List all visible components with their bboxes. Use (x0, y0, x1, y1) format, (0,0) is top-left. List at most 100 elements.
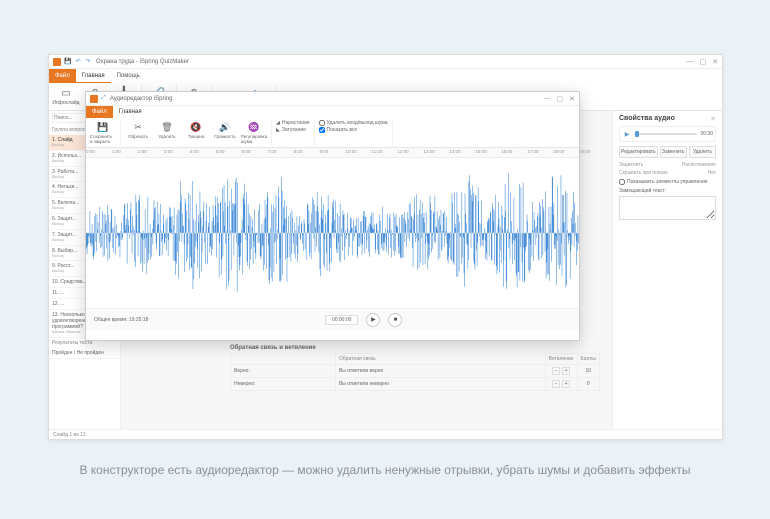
delete-button[interactable]: Удалить (689, 146, 716, 158)
ruler-tick: 11:00 (371, 149, 382, 154)
ruler-tick: 0:00 (86, 149, 95, 154)
replace-button[interactable]: Заменить (660, 146, 687, 158)
mute-icon: 🔇 (190, 121, 202, 133)
slide-icon: ▭ (60, 88, 72, 100)
quick-access-toolbar: 💾 ↶ ↷ (64, 58, 92, 66)
ae-tab-file[interactable]: Файл (86, 106, 113, 118)
statusbar: Слайд 1 из 13 (49, 429, 722, 439)
ruler-tick: 15:00 (475, 149, 486, 154)
ae-app-icon (90, 95, 98, 103)
window-title: Охрана труда - iSpring QuizMaker (96, 59, 687, 65)
fade-out-button[interactable]: Затухание (282, 127, 306, 133)
redo-icon[interactable]: ↷ (84, 58, 92, 66)
time-ruler[interactable]: 0:00 1:00 2:00 3:00 4:00 5:00 6:00 7:00 8:00 9:00… (86, 148, 579, 158)
feedback-row: Неверно:Вы ответили неверно−+0 (231, 378, 600, 391)
ruler-tick: 14:00 (449, 149, 460, 154)
main-titlebar: 💾 ↶ ↷ Охрана труда - iSpring QuizMaker —… (49, 55, 722, 69)
volume-button[interactable]: 🔊Громкость (212, 120, 238, 139)
slide-counter: Слайд 1 из 13 (53, 432, 86, 438)
save-close-button[interactable]: 💾Сохранить и закрыть (90, 120, 116, 144)
ruler-tick: 10:00 (345, 149, 356, 154)
minimize-icon[interactable]: — (687, 58, 694, 66)
maximize-icon[interactable]: ▢ (700, 58, 707, 66)
ae-titlebar: ⤢ Аудиоредактор iSpring — ▢ ✕ (86, 92, 579, 106)
ruler-tick: 17:00 (527, 149, 538, 154)
trash-icon: 🗑 (161, 121, 173, 133)
loop-label: Зациклить (619, 162, 643, 168)
tab-home[interactable]: Главная (76, 69, 111, 83)
ae-tab-home[interactable]: Главная (113, 106, 148, 118)
props-title: Свойства аудио (619, 115, 716, 122)
ribbon-tabs: Файл Главная Помощь (49, 69, 722, 83)
cut-button[interactable]: ✂Обрезать (125, 120, 151, 139)
ruler-tick: 9:00 (320, 149, 329, 154)
duration-label: 00:30 (700, 131, 713, 137)
current-time: 00:00:00 (325, 315, 358, 325)
scissors-icon: ✂ (132, 121, 144, 133)
fade-in-icon: ◢ (276, 120, 280, 126)
ruler-tick: 18:00 (553, 149, 564, 154)
waveform-canvas[interactable] (86, 158, 579, 308)
minus-icon[interactable]: − (552, 367, 560, 375)
trim-button[interactable]: 🗑Удалить (154, 120, 180, 139)
close-props-icon[interactable]: ✕ (710, 115, 716, 123)
play-icon[interactable]: ▶ (622, 129, 632, 139)
ruler-tick: 13:00 (423, 149, 434, 154)
feedback-row: Верно:Вы ответили верно−+10 (231, 365, 600, 378)
ruler-tick: 8:00 (294, 149, 303, 154)
plus-icon[interactable]: + (562, 367, 570, 375)
remove-noise-checkbox[interactable] (319, 120, 325, 126)
ruler-tick: 2:00 (138, 149, 147, 154)
feedback-title: Обратная связь и ветвление (230, 345, 600, 351)
save-icon: 💾 (97, 121, 109, 133)
ae-close-icon[interactable]: ✕ (569, 95, 575, 103)
ruler-tick: 16:00 (501, 149, 512, 154)
minus-icon[interactable]: − (552, 380, 560, 388)
ae-expand-icon[interactable]: ⤢ (101, 95, 106, 102)
volume-icon: 🔊 (219, 121, 231, 133)
undo-icon[interactable]: ↶ (74, 58, 82, 66)
infoslide-button[interactable]: ▭Инфослайд (53, 88, 79, 106)
ruler-tick: 4:00 (190, 149, 199, 154)
ae-ribbon: 💾Сохранить и закрыть ✂Обрезать 🗑Удалить … (86, 118, 579, 148)
ae-maximize-icon[interactable]: ▢ (557, 95, 564, 103)
ae-ribbon-tabs: Файл Главная (86, 106, 579, 118)
hide-label: Скрывать при показе (619, 170, 668, 176)
alt-text-input[interactable] (619, 196, 716, 220)
total-time-label: Общее время: 19:25:18 (94, 317, 148, 323)
close-icon[interactable]: ✕ (712, 58, 718, 66)
tab-help[interactable]: Помощь (111, 69, 146, 83)
audio-editor-window: ⤢ Аудиоредактор iSpring — ▢ ✕ Файл Главн… (85, 91, 580, 341)
fade-in-button[interactable]: Нарастание (282, 120, 310, 126)
properties-panel: ✕ Свойства аудио ▶ 00:30 Редактировать З… (612, 111, 722, 429)
ruler-tick: 19:00 (579, 149, 590, 154)
normalize-button[interactable]: ♒Регулировка шума (241, 120, 267, 144)
stop-button[interactable]: ■ (388, 313, 402, 327)
silence-button[interactable]: 🔇Тишина (183, 120, 209, 139)
ruler-tick: 6:00 (242, 149, 251, 154)
audio-player: ▶ 00:30 (619, 126, 716, 142)
equalizer-icon: ♒ (248, 121, 260, 133)
ruler-tick: 3:00 (164, 149, 173, 154)
show-all-checkbox[interactable] (319, 127, 325, 133)
fade-out-icon: ◣ (276, 127, 280, 133)
show-controls-checkbox[interactable] (619, 179, 625, 185)
ruler-tick: 5:00 (216, 149, 225, 154)
play-button[interactable]: ▶ (366, 313, 380, 327)
ruler-tick: 1:00 (112, 149, 121, 154)
playback-bar: Общее время: 19:25:18 00:00:00 ▶ ■ (86, 308, 579, 330)
app-icon (53, 58, 61, 66)
seek-track[interactable] (635, 133, 697, 135)
results-item[interactable]: Пройден / Не пройден (49, 348, 120, 359)
plus-icon[interactable]: + (562, 380, 570, 388)
ruler-tick: 12:00 (397, 149, 408, 154)
caption-text: В конструкторе есть аудиоредактор — можн… (0, 462, 770, 479)
tab-file[interactable]: Файл (49, 69, 76, 83)
edit-button[interactable]: Редактировать (619, 146, 658, 158)
ae-window-title: Аудиоредактор iSpring (110, 96, 544, 102)
save-icon[interactable]: 💾 (64, 58, 72, 66)
feedback-table: Обратная связь Ветвление Баллы Верно:Вы … (230, 353, 600, 391)
ruler-tick: 7:00 (268, 149, 277, 154)
ae-minimize-icon[interactable]: — (544, 95, 551, 103)
feedback-panel: Обратная связь и ветвление Обратная связ… (230, 345, 600, 391)
